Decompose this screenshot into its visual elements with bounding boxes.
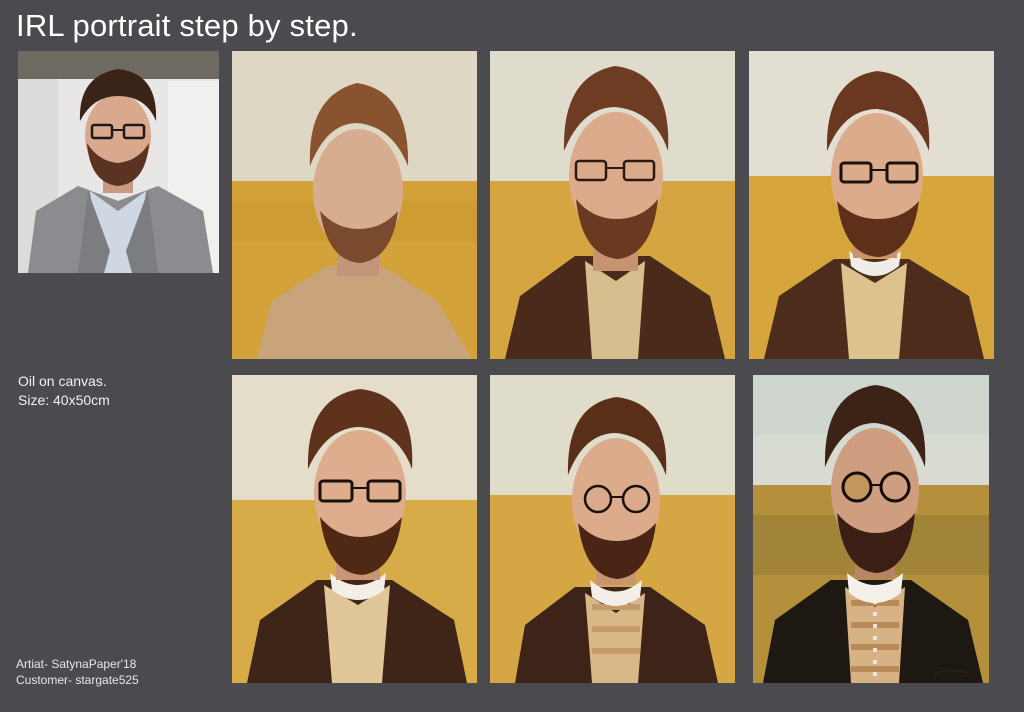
painting-step-3 (749, 51, 994, 359)
credits: Artiat- SatynaPaper'18 Customer- stargat… (16, 656, 139, 688)
customer-credit: Customer- stargate525 (16, 673, 139, 687)
size-text: Size: 40x50cm (18, 392, 110, 408)
painting-step-6-final (753, 375, 989, 683)
painting-step-4 (232, 375, 477, 683)
painting-step-5 (490, 375, 735, 683)
painting-step-1 (232, 51, 477, 359)
page-title: IRL portrait step by step. (16, 8, 358, 43)
painting-info: Oil on canvas. Size: 40x50cm (18, 372, 110, 410)
medium-text: Oil on canvas. (18, 373, 107, 389)
painting-step-2 (490, 51, 735, 359)
artist-credit: Artiat- SatynaPaper'18 (16, 657, 137, 671)
reference-photo (18, 51, 219, 273)
